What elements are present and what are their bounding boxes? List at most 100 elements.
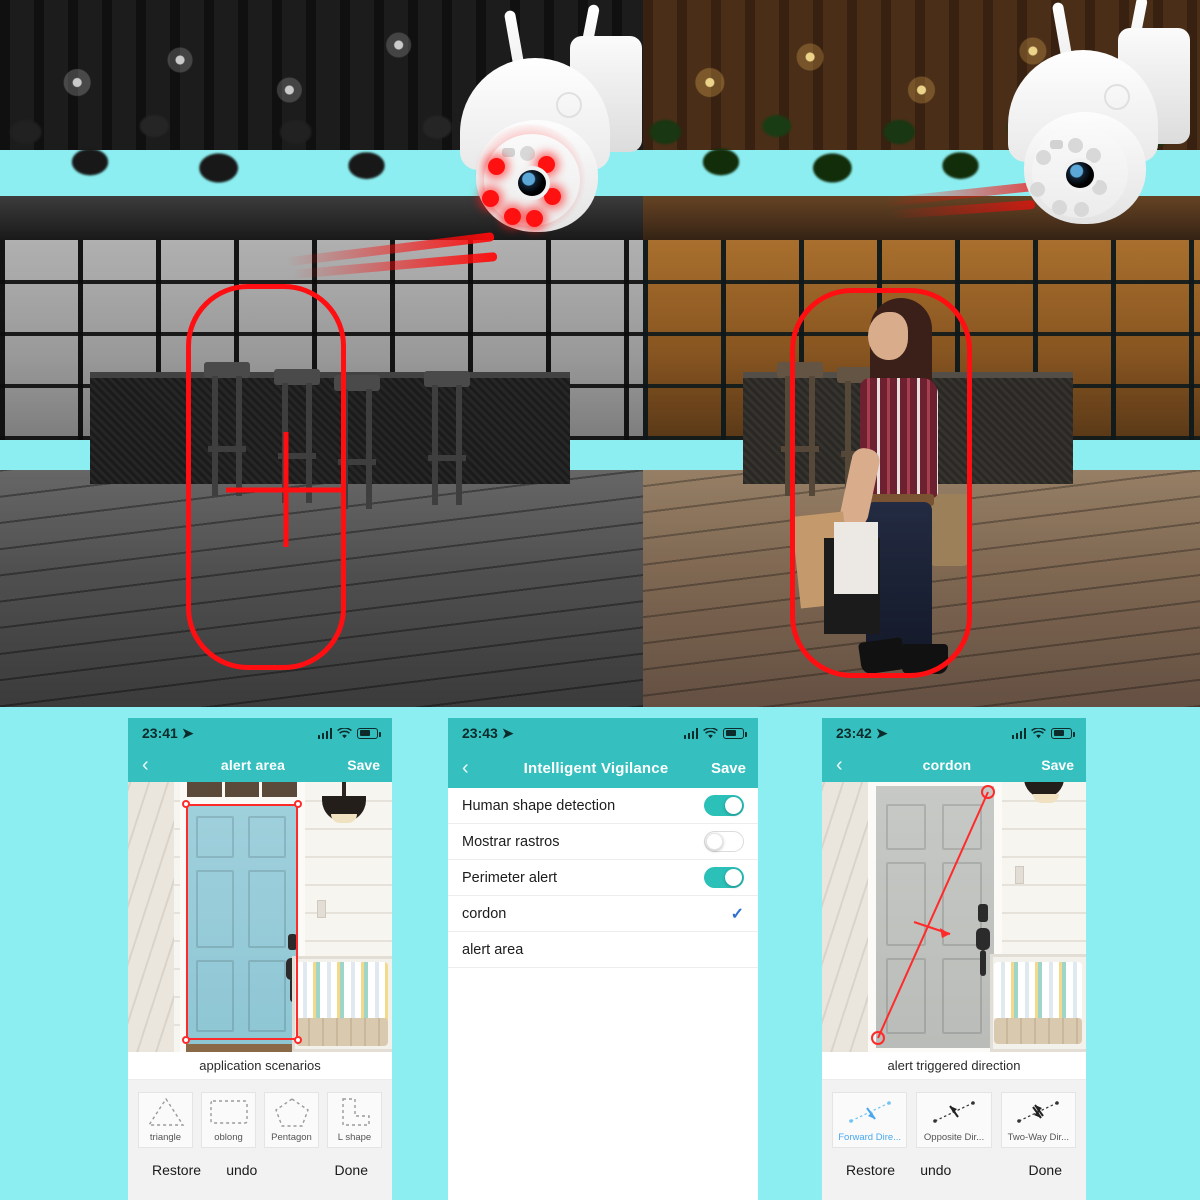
boot xyxy=(857,637,907,675)
setting-row-mostrar-rastros[interactable]: Mostrar rastros xyxy=(448,824,758,860)
ir-led xyxy=(1052,200,1067,215)
alert-area-handle-tr[interactable] xyxy=(294,800,302,808)
alert-area-rectangle[interactable] xyxy=(186,804,298,1040)
setting-label: cordon xyxy=(462,905,507,922)
section-caption: alert triggered direction xyxy=(822,1052,1086,1080)
ptz-security-camera xyxy=(452,3,652,258)
direction-option-two-way[interactable]: Two-Way Dir... xyxy=(1000,1092,1076,1148)
transom-window xyxy=(184,782,300,800)
ir-led xyxy=(1036,150,1051,165)
location-arrow-icon: ➤ xyxy=(501,724,514,741)
location-arrow-icon: ➤ xyxy=(875,724,888,741)
done-button[interactable]: Done xyxy=(335,1162,368,1178)
phone-screen-intelligent-vigilance: 23:43 ➤ ‹ Intelligent Vigilance Save Hum… xyxy=(448,718,758,1200)
setting-label: Perimeter alert xyxy=(462,869,558,886)
crosshair-marker xyxy=(226,432,346,547)
boot xyxy=(902,644,948,674)
detected-person xyxy=(791,298,972,678)
direction-label: Opposite Dir... xyxy=(923,1132,985,1143)
camera-preview-alert-area[interactable] xyxy=(128,782,392,1052)
human-shape-detection-toggle[interactable] xyxy=(704,795,744,816)
setting-row-alert-area[interactable]: alert area xyxy=(448,932,758,968)
microphone-icon xyxy=(1050,140,1063,149)
bar-stool xyxy=(773,362,827,512)
shape-option-oblong[interactable]: oblong xyxy=(201,1092,256,1148)
camera-lens xyxy=(514,166,550,200)
setting-row-cordon[interactable]: cordon ✓ xyxy=(448,896,758,932)
ptz-security-camera xyxy=(1000,0,1200,250)
undo-button[interactable]: undo xyxy=(226,1162,257,1178)
undo-button[interactable]: undo xyxy=(920,1162,951,1178)
status-time: 23:41 xyxy=(142,725,178,741)
ir-led xyxy=(504,208,521,225)
setting-row-perimeter-alert[interactable]: Perimeter alert xyxy=(448,860,758,896)
direction-label: Forward Dire... xyxy=(838,1132,902,1143)
restore-button[interactable]: Restore xyxy=(152,1162,201,1178)
direction-option-forward[interactable]: Forward Dire... xyxy=(832,1092,908,1148)
status-bar: 23:43 ➤ xyxy=(448,718,758,748)
alert-area-handle-tl[interactable] xyxy=(182,800,190,808)
status-indicators xyxy=(683,727,747,739)
camera-lens xyxy=(1062,158,1098,192)
setting-label: Mostrar rastros xyxy=(462,833,560,850)
back-button[interactable]: ‹ xyxy=(448,758,490,778)
back-button[interactable]: ‹ xyxy=(822,755,864,775)
ir-led xyxy=(1074,202,1089,217)
setting-row-human-shape-detection[interactable]: Human shape detection xyxy=(448,788,758,824)
direction-option-opposite[interactable]: Opposite Dir... xyxy=(916,1092,992,1148)
shape-option-pentagon[interactable]: Pentagon xyxy=(264,1092,319,1148)
ir-led xyxy=(1030,182,1045,197)
shape-option-triangle[interactable]: triangle xyxy=(138,1092,193,1148)
action-row: Restore undo Done xyxy=(138,1148,382,1178)
alert-area-handle-bl[interactable] xyxy=(182,1036,190,1044)
alert-area-handle-br[interactable] xyxy=(294,1036,302,1044)
camera-preview-cordon[interactable] xyxy=(822,782,1086,1052)
settings-list: Human shape detection Mostrar rastros Pe… xyxy=(448,788,758,1196)
cordon-tripwire-line[interactable] xyxy=(822,782,1086,1052)
status-time-group: 23:41 ➤ xyxy=(142,725,194,742)
striped-pillows xyxy=(296,962,388,1020)
status-time-group: 23:43 ➤ xyxy=(462,725,514,742)
ir-led xyxy=(488,158,505,175)
pentagon-shape-icon xyxy=(273,1093,311,1130)
signal-bars-icon xyxy=(317,727,332,739)
nav-bar: ‹ cordon Save xyxy=(822,748,1086,782)
location-arrow-icon: ➤ xyxy=(181,724,194,741)
save-button[interactable]: Save xyxy=(702,760,758,777)
light-sensor-icon xyxy=(1068,138,1083,153)
action-row: Restore undo Done xyxy=(832,1148,1076,1178)
perimeter-alert-toggle[interactable] xyxy=(704,867,744,888)
porch-side-wall xyxy=(128,782,174,1052)
shape-picker-tray: triangle oblong Pentagon L shape Restore… xyxy=(128,1080,392,1200)
save-button[interactable]: Save xyxy=(1030,757,1086,773)
page-title: alert area xyxy=(220,757,286,773)
door-threshold xyxy=(186,1044,298,1052)
status-time-group: 23:42 ➤ xyxy=(836,725,888,742)
status-indicators xyxy=(317,727,381,739)
restore-button[interactable]: Restore xyxy=(846,1162,895,1178)
hero-comparison-images xyxy=(0,0,1200,707)
bar-stool xyxy=(420,371,474,521)
ir-led xyxy=(526,210,543,227)
save-button[interactable]: Save xyxy=(336,757,392,773)
wifi-icon xyxy=(1031,727,1046,738)
direction-label: Two-Way Dir... xyxy=(1007,1132,1070,1143)
done-button[interactable]: Done xyxy=(1029,1162,1062,1178)
checkmark-icon: ✓ xyxy=(730,905,744,923)
direction-picker-tray: Forward Dire... Opposite Dir... Two-Way … xyxy=(822,1080,1086,1200)
nav-bar: ‹ alert area Save xyxy=(128,748,392,782)
battery-icon xyxy=(723,727,747,739)
shape-option-l-shape[interactable]: L shape xyxy=(327,1092,382,1148)
back-button[interactable]: ‹ xyxy=(128,755,170,775)
setting-label: alert area xyxy=(462,941,524,958)
mostrar-rastros-toggle[interactable] xyxy=(704,831,744,852)
shape-row: triangle oblong Pentagon L shape xyxy=(138,1092,382,1148)
bench-cushion xyxy=(296,1018,388,1046)
status-time: 23:43 xyxy=(462,725,498,741)
status-bar: 23:41 ➤ xyxy=(128,718,392,748)
shape-label: oblong xyxy=(214,1132,243,1143)
page-title: Intelligent Vigilance xyxy=(523,759,669,777)
light-sensor-icon xyxy=(520,146,535,161)
section-caption: application scenarios xyxy=(128,1052,392,1080)
phone-screen-cordon: 23:42 ➤ ‹ cordon Save alert triggered di… xyxy=(822,718,1086,1200)
